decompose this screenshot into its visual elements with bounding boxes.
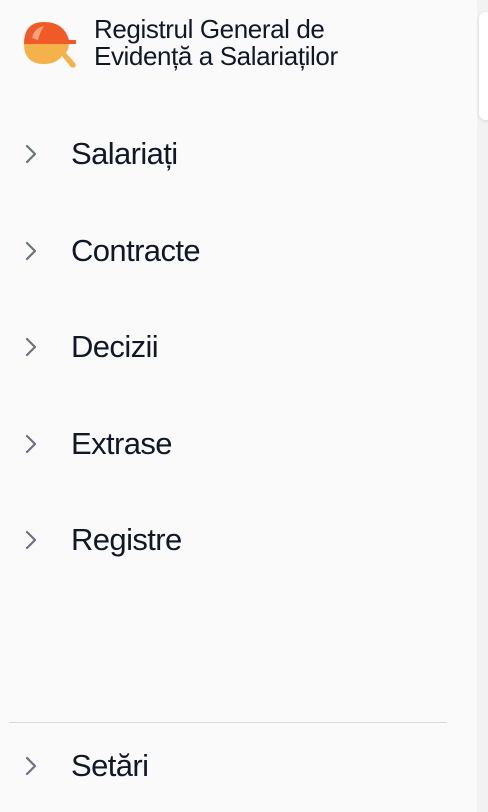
nav-item-settings[interactable]: Setări bbox=[0, 742, 477, 812]
nav-item-label: Registre bbox=[71, 522, 182, 558]
sidebar: Registrul General de Evidență a Salariaț… bbox=[0, 0, 477, 812]
chevron-right-icon bbox=[22, 528, 40, 552]
chevron-right-icon bbox=[22, 335, 40, 359]
nav-item-label: Contracte bbox=[71, 232, 201, 268]
content-edge bbox=[477, 0, 488, 812]
nav-item-label: Extrase bbox=[71, 425, 173, 461]
hardhat-search-icon bbox=[24, 22, 76, 68]
nav-item-salariati[interactable]: Salariați bbox=[0, 106, 477, 203]
divider bbox=[9, 722, 447, 723]
brand[interactable]: Registrul General de Evidență a Salariaț… bbox=[18, 14, 394, 72]
nav-item-decizii[interactable]: Decizii bbox=[0, 299, 477, 396]
content-card-edge bbox=[479, 12, 488, 120]
chevron-right-icon bbox=[22, 432, 40, 456]
main-nav: Salariați Contracte Decizii Extrase Regi… bbox=[0, 106, 477, 589]
nav-item-label: Decizii bbox=[71, 329, 159, 365]
chevron-right-icon bbox=[22, 754, 40, 778]
chevron-right-icon bbox=[22, 142, 40, 166]
page: Registrul General de Evidență a Salariaț… bbox=[0, 0, 488, 812]
chevron-right-icon bbox=[22, 239, 40, 263]
nav-item-label: Salariați bbox=[71, 136, 178, 172]
app-title: Registrul General de Evidență a Salariaț… bbox=[94, 14, 338, 71]
nav-item-registre[interactable]: Registre bbox=[0, 492, 477, 589]
nav-item-contracte[interactable]: Contracte bbox=[0, 203, 477, 300]
nav-item-extrase[interactable]: Extrase bbox=[0, 396, 477, 493]
settings-label: Setări bbox=[71, 748, 149, 783]
